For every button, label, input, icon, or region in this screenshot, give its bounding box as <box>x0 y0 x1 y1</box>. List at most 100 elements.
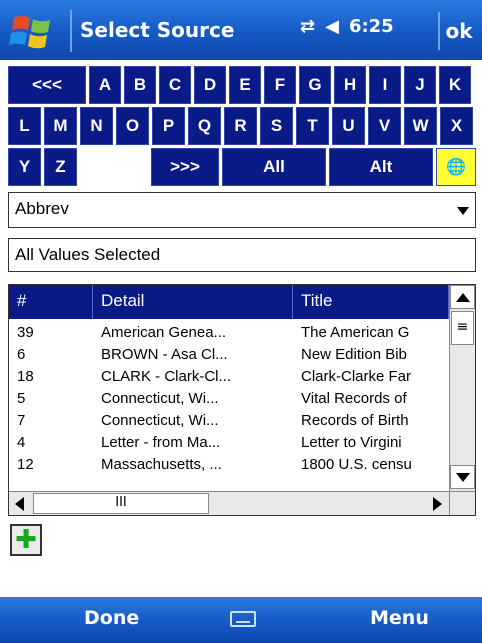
letter-button-x[interactable]: X <box>440 107 473 145</box>
soft-key-bar: Done Menu <box>0 597 482 643</box>
windows-logo-icon[interactable] <box>8 10 58 52</box>
empty-key-slot <box>80 148 148 186</box>
title-separator <box>70 10 72 52</box>
arrow-right-icon[interactable] <box>433 497 442 511</box>
letter-button-z[interactable]: Z <box>44 148 77 186</box>
cell-number: 6 <box>17 345 26 363</box>
table-row[interactable]: 18 CLARK - Clark-Cl... Clark-Clarke Far <box>9 365 449 387</box>
table-row[interactable]: 39 American Genea... The American G <box>9 321 449 343</box>
cell-number: 5 <box>17 389 26 407</box>
dropdown-value: Abbrev <box>15 199 69 218</box>
cell-detail: Massachusetts, ... <box>101 455 222 473</box>
cell-detail: Connecticut, Wi... <box>101 389 219 407</box>
letter-button-s[interactable]: S <box>260 107 293 145</box>
cell-detail: American Genea... <box>101 323 227 341</box>
window-title: Select Source <box>80 18 235 42</box>
cell-title: 1800 U.S. censu <box>301 455 412 473</box>
table-row[interactable]: 12 Massachusetts, ... 1800 U.S. censu <box>9 453 449 475</box>
letter-button-l[interactable]: L <box>8 107 41 145</box>
letter-row-3: Y Z >>> All Alt 🌐 <box>8 148 476 186</box>
column-header-title[interactable]: Title <box>293 285 449 319</box>
plus-icon: ✚ <box>15 525 37 555</box>
letter-button-g[interactable]: G <box>299 66 331 104</box>
cell-title: Records of Birth <box>301 411 409 429</box>
table-header: # Detail Title <box>9 285 449 319</box>
letter-button-r[interactable]: R <box>224 107 257 145</box>
scroll-up-button[interactable] <box>450 285 475 309</box>
table-row[interactable]: 4 Letter - from Ma... Letter to Virgini <box>9 431 449 453</box>
letter-button-w[interactable]: W <box>404 107 437 145</box>
cell-title: New Edition Bib <box>301 345 407 363</box>
status-area[interactable]: ⇄ ◀︎ 6:25 <box>300 16 394 37</box>
cell-number: 18 <box>17 367 34 385</box>
table-body: 39 American Genea... The American G 6 BR… <box>9 321 449 475</box>
letter-button-j[interactable]: J <box>404 66 436 104</box>
volume-icon[interactable]: ◀︎ <box>325 16 339 37</box>
cell-number: 39 <box>17 323 34 341</box>
menu-button[interactable]: Menu <box>370 607 429 629</box>
cell-number: 12 <box>17 455 34 473</box>
filter-values-text: All Values Selected <box>15 245 161 264</box>
letter-button-h[interactable]: H <box>334 66 366 104</box>
connectivity-icon[interactable]: ⇄ <box>300 16 315 37</box>
letter-button-b[interactable]: B <box>124 66 156 104</box>
vertical-scrollbar[interactable]: ≡ <box>449 285 475 491</box>
letter-button-n[interactable]: N <box>80 107 113 145</box>
arrow-left-icon[interactable] <box>15 497 24 511</box>
column-header-number[interactable]: # <box>9 285 93 319</box>
next-letters-button[interactable]: >>> <box>151 148 219 186</box>
ok-button[interactable]: ok <box>438 12 478 50</box>
chevron-down-icon[interactable] <box>457 207 469 215</box>
table-row[interactable]: 7 Connecticut, Wi... Records of Birth <box>9 409 449 431</box>
letter-button-k[interactable]: K <box>439 66 471 104</box>
cell-detail: Letter - from Ma... <box>101 433 221 451</box>
keyboard-icon[interactable] <box>230 611 256 627</box>
column-header-detail[interactable]: Detail <box>93 285 293 319</box>
letter-button-u[interactable]: U <box>332 107 365 145</box>
letter-button-a[interactable]: A <box>89 66 121 104</box>
table-row[interactable]: 6 BROWN - Asa Cl... New Edition Bib <box>9 343 449 365</box>
cell-detail: Connecticut, Wi... <box>101 411 219 429</box>
letter-button-d[interactable]: D <box>194 66 226 104</box>
cell-detail: BROWN - Asa Cl... <box>101 345 228 363</box>
scrollbar-corner <box>449 491 475 515</box>
letter-button-t[interactable]: T <box>296 107 329 145</box>
letter-filter-panel: <<< A B C D E F G H I J K L M N O P Q R … <box>8 66 476 189</box>
add-button[interactable]: ✚ <box>10 524 42 556</box>
arrow-up-icon <box>456 293 470 302</box>
letter-button-e[interactable]: E <box>229 66 261 104</box>
letter-button-y[interactable]: Y <box>8 148 41 186</box>
letter-button-i[interactable]: I <box>369 66 401 104</box>
cell-detail: CLARK - Clark-Cl... <box>101 367 232 385</box>
letter-row-1: <<< A B C D E F G H I J K <box>8 66 476 104</box>
letter-button-c[interactable]: C <box>159 66 191 104</box>
horizontal-scrollbar[interactable]: III <box>9 491 451 515</box>
table-row[interactable]: 5 Connecticut, Wi... Vital Records of <box>9 387 449 409</box>
horizontal-scroll-thumb[interactable]: III <box>33 493 209 514</box>
cell-number: 7 <box>17 411 26 429</box>
sort-field-dropdown[interactable]: Abbrev <box>8 192 476 228</box>
filter-values-field[interactable]: All Values Selected <box>8 238 476 272</box>
arrow-down-icon <box>456 473 470 482</box>
letter-button-v[interactable]: V <box>368 107 401 145</box>
vertical-scroll-thumb[interactable]: ≡ <box>451 311 474 345</box>
scroll-down-button[interactable] <box>450 465 475 489</box>
letter-row-2: L M N O P Q R S T U V W X <box>8 107 476 145</box>
done-button[interactable]: Done <box>84 607 139 629</box>
letter-button-f[interactable]: F <box>264 66 296 104</box>
letter-button-q[interactable]: Q <box>188 107 221 145</box>
letter-button-o[interactable]: O <box>116 107 149 145</box>
alt-button[interactable]: Alt <box>329 148 433 186</box>
cell-title: Vital Records of <box>301 389 407 407</box>
all-button[interactable]: All <box>222 148 326 186</box>
prev-letters-button[interactable]: <<< <box>8 66 86 104</box>
cell-title: Clark-Clarke Far <box>301 367 412 385</box>
globe-icon[interactable]: 🌐 <box>436 148 476 186</box>
letter-button-p[interactable]: P <box>152 107 185 145</box>
letter-button-m[interactable]: M <box>44 107 77 145</box>
cell-number: 4 <box>17 433 26 451</box>
cell-title: The American G <box>301 323 410 341</box>
clock[interactable]: 6:25 <box>349 16 394 37</box>
title-bar: Select Source ⇄ ◀︎ 6:25 ok <box>0 0 482 60</box>
source-list-table: # Detail Title 39 American Genea... The … <box>8 284 476 516</box>
